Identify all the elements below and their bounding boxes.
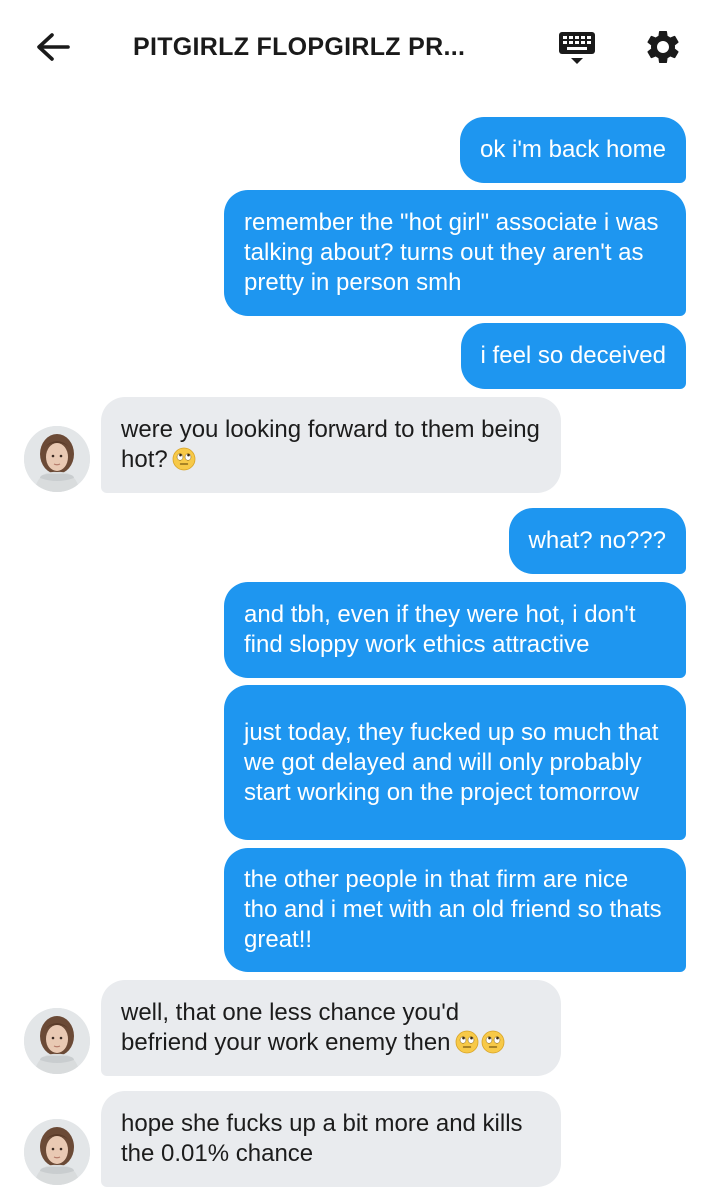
message-text: the other people in that firm are nice t… xyxy=(244,866,662,953)
face-with-rolling-eyes-icon xyxy=(481,1030,505,1054)
incoming-message[interactable]: hope she fucks up a bit more and kills t… xyxy=(101,1091,561,1187)
outgoing-message[interactable]: i feel so deceived xyxy=(460,323,686,389)
outgoing-message[interactable]: the other people in that firm are nice t… xyxy=(224,848,686,972)
message-text: hope she fucks up a bit more and kills t… xyxy=(121,1110,523,1167)
message-text: ok i'm back home xyxy=(480,136,666,163)
outgoing-message[interactable]: and tbh, even if they were hot, i don't … xyxy=(224,582,686,678)
message-text: just today, they fucked up so much that … xyxy=(244,718,659,806)
face-with-rolling-eyes-icon xyxy=(172,447,196,471)
message-text: i feel so deceived xyxy=(480,342,666,369)
conversation-title: PITGIRLZ FLOPGIRLZ PR... xyxy=(133,33,466,61)
gear-icon xyxy=(647,30,679,63)
avatar[interactable] xyxy=(24,1119,90,1185)
incoming-message[interactable]: were you looking forward to them being h… xyxy=(101,397,561,493)
avatar[interactable] xyxy=(24,426,90,492)
outgoing-message[interactable]: remember the "hot girl" associate i was … xyxy=(224,190,686,316)
message-text: and tbh, even if they were hot, i don't … xyxy=(244,601,636,658)
back-button[interactable] xyxy=(32,26,74,68)
settings-button[interactable] xyxy=(640,24,686,70)
arrow-left-icon xyxy=(37,33,70,61)
incoming-message[interactable]: well, that one less chance you'd befrien… xyxy=(101,980,561,1076)
avatar[interactable] xyxy=(24,1008,90,1074)
outgoing-message[interactable]: what? no??? xyxy=(508,508,686,574)
outgoing-message[interactable]: just today, they fucked up so much that … xyxy=(224,685,686,840)
chat-header: PITGIRLZ FLOPGIRLZ PR... xyxy=(0,0,701,96)
message-text: remember the "hot girl" associate i was … xyxy=(244,209,659,296)
message-text: well, that one less chance you'd befrien… xyxy=(121,999,460,1056)
keyboard-button[interactable] xyxy=(555,26,599,70)
message-text: what? no??? xyxy=(528,527,666,554)
keyboard-icon xyxy=(559,32,595,64)
outgoing-message[interactable]: ok i'm back home xyxy=(460,117,686,183)
face-with-rolling-eyes-icon xyxy=(455,1030,479,1054)
